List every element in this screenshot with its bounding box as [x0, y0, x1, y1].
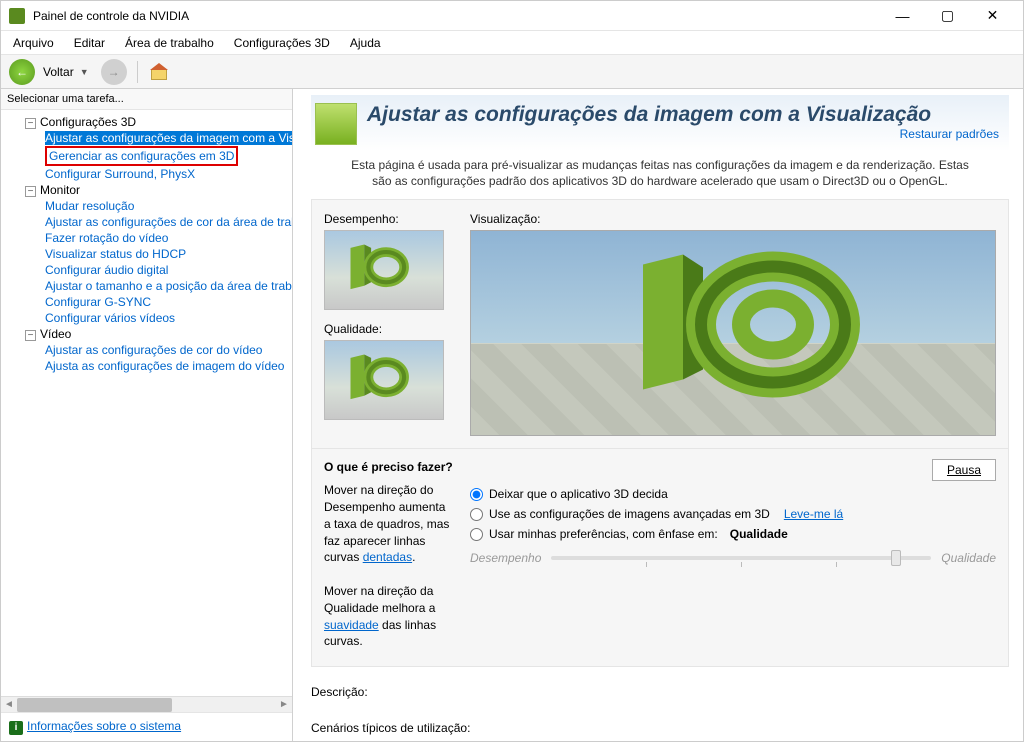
radio-advanced[interactable]: [470, 508, 483, 521]
sidebar-header: Selecionar uma tarefa...: [1, 89, 292, 110]
tree-item-change-resolution[interactable]: Mudar resolução: [7, 198, 292, 214]
toolbar: ← Voltar ▼ →: [1, 55, 1023, 89]
forward-arrow-icon: →: [108, 65, 120, 79]
sidebar-footer: i Informações sobre o sistema: [1, 712, 292, 741]
radio-my-pref[interactable]: [470, 528, 483, 541]
tree-item-video-image[interactable]: Ajusta as configurações de imagem do víd…: [7, 358, 292, 374]
window-title: Painel de controle da NVIDIA: [33, 9, 880, 23]
slider-right-label: Qualidade: [941, 551, 996, 565]
home-icon[interactable]: [148, 61, 170, 83]
sidebar: Selecionar uma tarefa... −Configurações …: [1, 89, 293, 741]
take-me-there-link[interactable]: Leve-me lá: [784, 507, 843, 521]
menu-editar[interactable]: Editar: [70, 34, 109, 52]
collapse-icon[interactable]: −: [25, 330, 36, 341]
minimize-button[interactable]: —: [880, 1, 925, 31]
performance-label: Desempenho:: [324, 212, 454, 226]
restore-defaults-link[interactable]: Restaurar padrões: [367, 127, 999, 141]
tree-item-gsync[interactable]: Configurar G-SYNC: [7, 294, 292, 310]
tree-item-desktop-size[interactable]: Ajustar o tamanho e a posição da área de…: [7, 278, 292, 294]
tree-item-rotate-display[interactable]: Fazer rotação do vídeo: [7, 230, 292, 246]
close-button[interactable]: ✕: [970, 1, 1015, 31]
tree-item-adjust-image[interactable]: Ajustar as configurações da imagem com a…: [7, 130, 292, 146]
titlebar: Painel de controle da NVIDIA — ▢ ✕: [1, 1, 1023, 31]
scenarios-label: Cenários típicos de utilização:: [311, 721, 1009, 735]
radio-advanced-label[interactable]: Use as configurações de imagens avançada…: [489, 507, 770, 521]
tree-item-hdcp-status[interactable]: Visualizar status do HDCP: [7, 246, 292, 262]
toolbar-divider: [137, 61, 138, 83]
suavidade-link[interactable]: suavidade: [324, 618, 379, 632]
dentadas-link[interactable]: dentadas: [363, 550, 412, 564]
radio-app-decide[interactable]: [470, 488, 483, 501]
options-section: O que é preciso fazer? Mover na direção …: [311, 449, 1009, 667]
scroll-right-icon[interactable]: ►: [276, 699, 292, 710]
main-header: Ajustar as configurações da imagem com a…: [311, 95, 1009, 151]
slider-left-label: Desempenho: [470, 551, 541, 565]
history-dropdown-icon[interactable]: ▼: [80, 67, 89, 77]
system-info-link[interactable]: Informações sobre o sistema: [27, 719, 181, 733]
help-title: O que é preciso fazer?: [324, 459, 454, 476]
slider-thumb[interactable]: [891, 550, 901, 566]
task-tree: −Configurações 3D Ajustar as configuraçõ…: [1, 110, 292, 696]
back-label[interactable]: Voltar: [43, 65, 74, 79]
info-icon: i: [9, 721, 23, 735]
sidebar-h-scrollbar[interactable]: ◄ ►: [1, 696, 292, 712]
quality-thumbnail[interactable]: [324, 340, 444, 420]
preview-section: Desempenho: Qualidade: Visualização:: [311, 199, 1009, 449]
slider-track[interactable]: [551, 556, 931, 560]
pause-button[interactable]: Pausa: [932, 459, 996, 481]
tree-item-desktop-color[interactable]: Ajustar as configurações de cor da área …: [7, 214, 292, 230]
scroll-left-icon[interactable]: ◄: [1, 699, 17, 710]
maximize-button[interactable]: ▢: [925, 1, 970, 31]
pref-value: Qualidade: [730, 527, 788, 541]
forward-button[interactable]: →: [101, 59, 127, 85]
back-button[interactable]: ←: [9, 59, 35, 85]
visualization-preview: [470, 230, 996, 436]
page-icon: [315, 103, 357, 145]
collapse-icon[interactable]: −: [25, 118, 36, 129]
performance-thumbnail[interactable]: [324, 230, 444, 310]
page-description: Esta página é usada para pré-visualizar …: [311, 151, 1009, 199]
tree-item-manage-3d[interactable]: Gerenciar as configurações em 3D: [7, 146, 292, 166]
quality-slider[interactable]: Desempenho Qualidade: [470, 551, 996, 565]
tree-group-monitor[interactable]: −Monitor: [7, 182, 292, 198]
visualization-label: Visualização:: [470, 212, 996, 226]
tree-item-video-color[interactable]: Ajustar as configurações de cor do vídeo: [7, 342, 292, 358]
page-title: Ajustar as configurações da imagem com a…: [367, 103, 999, 127]
menubar: Arquivo Editar Área de trabalho Configur…: [1, 31, 1023, 55]
menu-config-3d[interactable]: Configurações 3D: [230, 34, 334, 52]
tree-item-digital-audio[interactable]: Configurar áudio digital: [7, 262, 292, 278]
menu-ajuda[interactable]: Ajuda: [346, 34, 385, 52]
scroll-thumb[interactable]: [17, 698, 172, 712]
tree-group-config3d[interactable]: −Configurações 3D: [7, 114, 292, 130]
help-text: O que é preciso fazer? Mover na direção …: [324, 459, 454, 650]
description-label: Descrição:: [311, 685, 1009, 699]
tree-group-video[interactable]: −Vídeo: [7, 326, 292, 342]
collapse-icon[interactable]: −: [25, 186, 36, 197]
radio-my-pref-label[interactable]: Usar minhas preferências, com ênfase em:: [489, 527, 718, 541]
menu-area-trabalho[interactable]: Área de trabalho: [121, 34, 218, 52]
quality-label: Qualidade:: [324, 322, 454, 336]
tree-item-multiple-displays[interactable]: Configurar vários vídeos: [7, 310, 292, 326]
app-icon: [9, 8, 25, 24]
radio-app-decide-label[interactable]: Deixar que o aplicativo 3D decida: [489, 487, 668, 501]
tree-item-surround-physx[interactable]: Configurar Surround, PhysX: [7, 166, 292, 182]
menu-arquivo[interactable]: Arquivo: [9, 34, 58, 52]
main-panel: Ajustar as configurações da imagem com a…: [293, 89, 1023, 741]
back-arrow-icon: ←: [16, 65, 28, 79]
